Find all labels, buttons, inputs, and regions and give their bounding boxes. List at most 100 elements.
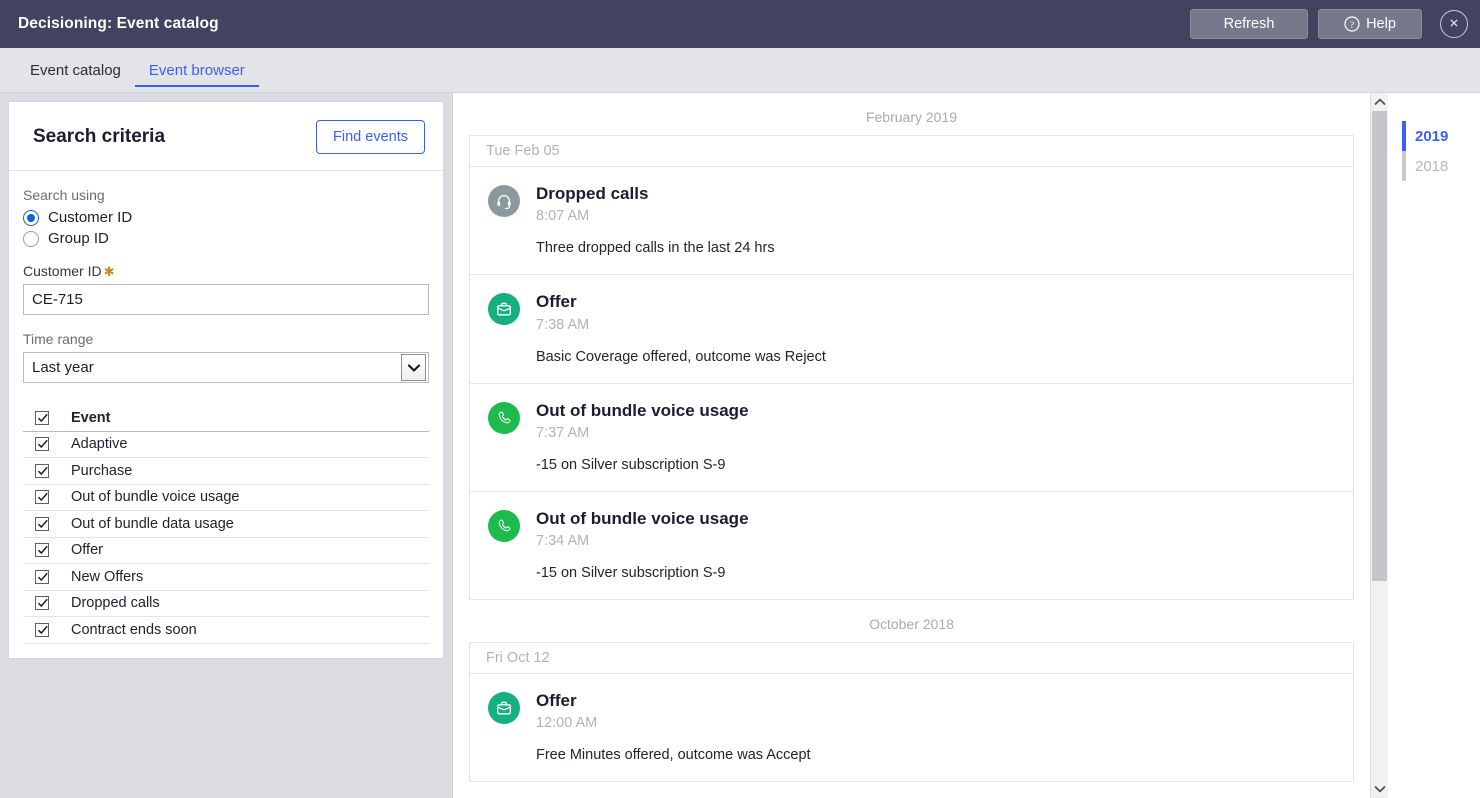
time-range-select[interactable]: Last year	[23, 352, 429, 383]
timeline-event-item[interactable]: Offer 7:38 AM Basic Coverage offered, ou…	[470, 275, 1353, 383]
event-filter-row[interactable]: Out of bundle voice usage	[23, 485, 429, 512]
search-using-label: Search using	[23, 187, 429, 203]
timeline-event-description: Basic Coverage offered, outcome was Reje…	[536, 349, 1337, 365]
radio-option-customer-id[interactable]: Customer ID	[23, 209, 429, 226]
close-icon	[1449, 15, 1459, 33]
timeline-event-body: Offer 7:38 AM Basic Coverage offered, ou…	[536, 291, 1337, 364]
timeline-day-group: Fri Oct 12 Offer 12:00 AM	[469, 642, 1354, 782]
event-filter-row[interactable]: Out of bundle data usage	[23, 511, 429, 538]
event-filter-checkbox[interactable]	[35, 596, 49, 610]
event-filter-label: Adaptive	[71, 436, 127, 452]
timeline-event-title: Out of bundle voice usage	[536, 508, 1337, 529]
tab-event-browser-label: Event browser	[149, 62, 245, 79]
radio-customer-id-input[interactable]	[23, 210, 39, 226]
customer-id-label-text: Customer ID	[23, 263, 102, 279]
scroll-up-arrow-icon[interactable]	[1371, 93, 1389, 111]
timeline-event-item[interactable]: Dropped calls 8:07 AM Three dropped call…	[470, 167, 1353, 275]
event-filter-checkbox[interactable]	[35, 570, 49, 584]
year-indicator-bar	[1402, 151, 1406, 181]
time-range-label: Time range	[23, 331, 429, 347]
event-filter-checkbox-cell[interactable]	[23, 570, 71, 584]
event-filter-checkbox[interactable]	[35, 517, 49, 531]
find-events-button-label: Find events	[333, 129, 408, 145]
help-button-label: Help	[1366, 16, 1396, 32]
timeline-event-body: Offer 12:00 AM Free Minutes offered, out…	[536, 690, 1337, 763]
timeline-event-body: Out of bundle voice usage 7:37 AM -15 on…	[536, 400, 1337, 473]
event-filter-checkbox[interactable]	[35, 623, 49, 637]
timeline-event-item[interactable]: Offer 12:00 AM Free Minutes offered, out…	[470, 674, 1353, 782]
year-indicator-bar	[1402, 121, 1406, 151]
event-filter-checkbox-cell[interactable]	[23, 596, 71, 610]
select-all-checkbox[interactable]	[35, 411, 49, 425]
event-filter-checkbox-cell[interactable]	[23, 543, 71, 557]
event-filter-row[interactable]: Contract ends soon	[23, 617, 429, 644]
timeline-event-body: Dropped calls 8:07 AM Three dropped call…	[536, 183, 1337, 256]
event-filter-row[interactable]: Dropped calls	[23, 591, 429, 618]
page-body: Search criteria Find events Search using…	[0, 93, 1480, 798]
event-filter-checkbox[interactable]	[35, 464, 49, 478]
search-criteria-title: Search criteria	[33, 126, 165, 148]
event-filter-label: Contract ends soon	[71, 622, 197, 638]
timeline-event-item[interactable]: Out of bundle voice usage 7:34 AM -15 on…	[470, 492, 1353, 600]
tab-event-browser[interactable]: Event browser	[135, 48, 259, 92]
event-filter-label: Dropped calls	[71, 595, 160, 611]
timeline-event-time: 7:37 AM	[536, 425, 1337, 441]
timeline-day-label: Tue Feb 05	[470, 136, 1353, 167]
tab-event-catalog-label: Event catalog	[30, 62, 121, 79]
event-timeline-column: February 2019 Tue Feb 05	[452, 93, 1480, 798]
refresh-button[interactable]: Refresh	[1190, 9, 1308, 39]
event-filter-label: Purchase	[71, 463, 132, 479]
radio-group-id-input[interactable]	[23, 231, 39, 247]
year-label: 2019	[1415, 121, 1448, 151]
timeline-event-item[interactable]: Out of bundle voice usage 7:37 AM -15 on…	[470, 384, 1353, 492]
event-filter-checkbox-cell[interactable]	[23, 490, 71, 504]
scrollbar-thumb[interactable]	[1372, 111, 1387, 581]
required-asterisk-icon: ✱	[104, 265, 115, 278]
event-filter-checkbox[interactable]	[35, 437, 49, 451]
timeline-event-description: Three dropped calls in the last 24 hrs	[536, 240, 1337, 256]
event-filter-row[interactable]: New Offers	[23, 564, 429, 591]
timeline-event-title: Offer	[536, 690, 1337, 711]
briefcase-icon	[488, 692, 520, 724]
time-range-selected-value: Last year	[24, 359, 401, 376]
event-filter-label: Out of bundle voice usage	[71, 489, 239, 505]
event-browser-window: Decisioning: Event catalog Refresh ? Hel…	[0, 0, 1480, 798]
event-filter-header-checkbox-cell[interactable]	[23, 411, 71, 425]
event-filter-header-row[interactable]: Event	[23, 405, 429, 432]
event-filter-checkbox-cell[interactable]	[23, 623, 71, 637]
year-item-2019[interactable]: 2019	[1402, 121, 1480, 151]
scroll-down-arrow-icon[interactable]	[1371, 780, 1389, 798]
event-filter-checkbox-cell[interactable]	[23, 437, 71, 451]
radio-customer-id-label: Customer ID	[48, 209, 132, 226]
chevron-down-icon[interactable]	[401, 354, 426, 381]
timeline-event-title: Dropped calls	[536, 183, 1337, 204]
close-button[interactable]	[1440, 10, 1468, 38]
timeline-event-description: -15 on Silver subscription S-9	[536, 457, 1337, 473]
help-button[interactable]: ? Help	[1318, 9, 1422, 39]
timeline-event-title: Offer	[536, 291, 1337, 312]
tab-event-catalog[interactable]: Event catalog	[16, 48, 135, 92]
year-item-2018[interactable]: 2018	[1402, 151, 1480, 181]
headset-icon	[488, 185, 520, 217]
event-filter-row[interactable]: Adaptive	[23, 432, 429, 459]
timeline-scrollbar[interactable]	[1370, 93, 1388, 798]
event-filter-checkbox[interactable]	[35, 490, 49, 504]
window-title: Decisioning: Event catalog	[18, 15, 219, 33]
titlebar-actions: Refresh ? Help	[1190, 9, 1468, 39]
radio-group-id-label: Group ID	[48, 230, 109, 247]
search-criteria-column: Search criteria Find events Search using…	[0, 93, 452, 798]
phone-icon	[488, 510, 520, 542]
radio-option-group-id[interactable]: Group ID	[23, 230, 429, 247]
scrollbar-track[interactable]	[1371, 111, 1389, 780]
event-timeline: February 2019 Tue Feb 05	[453, 93, 1370, 798]
event-filter-label: Out of bundle data usage	[71, 516, 234, 532]
timeline-event-time: 8:07 AM	[536, 208, 1337, 224]
event-filter-checkbox-cell[interactable]	[23, 464, 71, 478]
event-filter-row[interactable]: Purchase	[23, 458, 429, 485]
event-filter-checkbox[interactable]	[35, 543, 49, 557]
search-criteria-body: Search using Customer ID Group ID Custom…	[9, 171, 443, 658]
customer-id-input[interactable]	[23, 284, 429, 315]
event-filter-row[interactable]: Offer	[23, 538, 429, 565]
find-events-button[interactable]: Find events	[316, 120, 425, 154]
event-filter-checkbox-cell[interactable]	[23, 517, 71, 531]
